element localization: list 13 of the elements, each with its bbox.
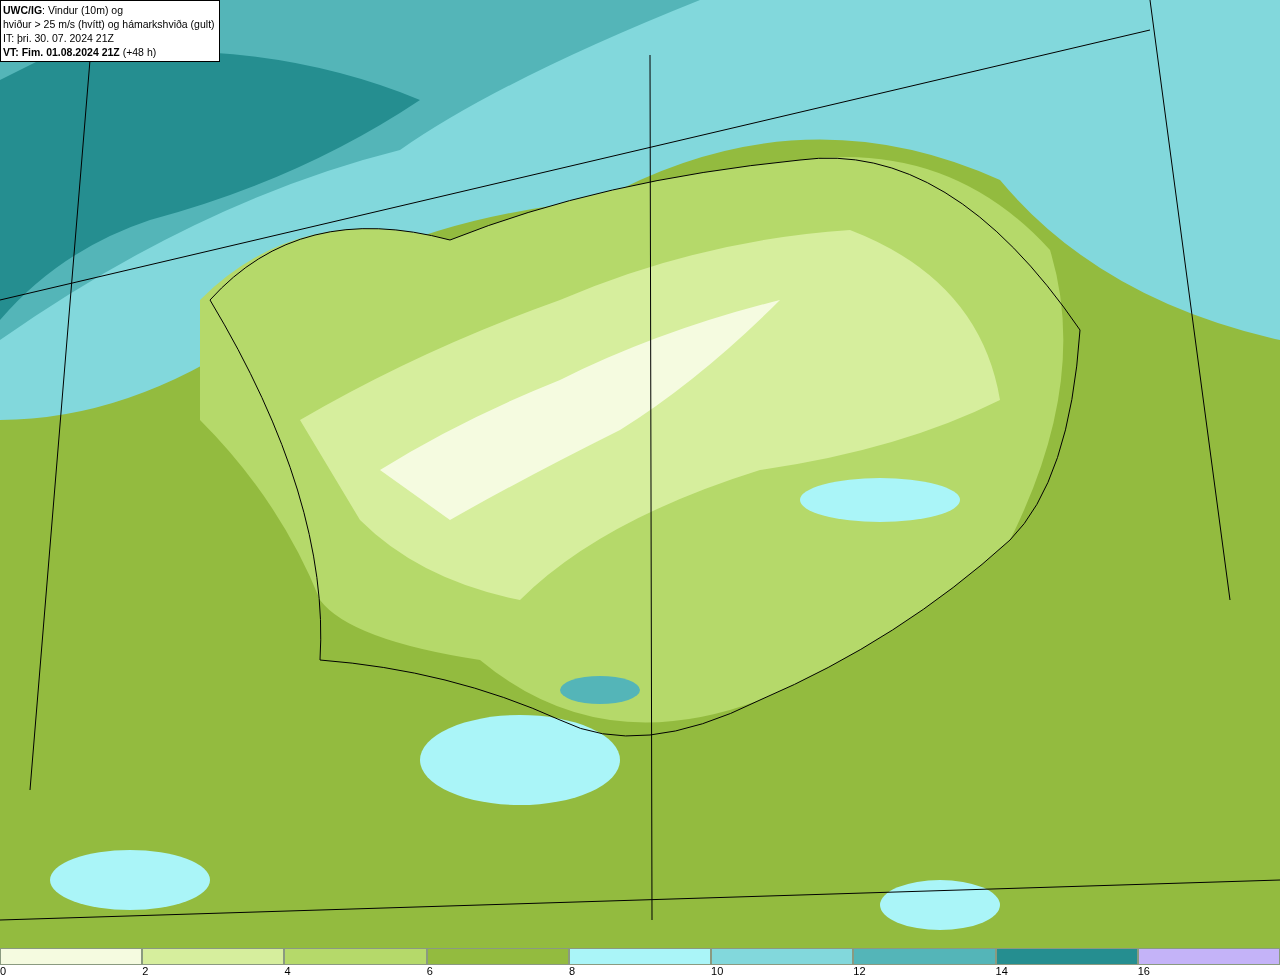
- legend-label: 8: [568, 965, 575, 978]
- legend-label: 0: [0, 965, 7, 978]
- title-line: VT: Fim. 01.08.2024 21Z (+48 h): [3, 45, 158, 59]
- legend-label: 4: [284, 965, 291, 978]
- legend-label: 14: [995, 965, 1008, 978]
- legend-label: 10: [711, 965, 724, 978]
- legend-label: 16: [1137, 965, 1150, 978]
- title-line: UWC/IG: Vindur (10m) og: [3, 3, 124, 17]
- legend-label: 2: [142, 965, 149, 978]
- legend-label: 6: [426, 965, 433, 978]
- legend-label: 12: [853, 965, 866, 978]
- title-line: IT: þri. 30. 07. 2024 21Z: [3, 31, 115, 45]
- title-line: hviður > 25 m/s (hvítt) og hámarkshviða (gult): [3, 17, 215, 31]
